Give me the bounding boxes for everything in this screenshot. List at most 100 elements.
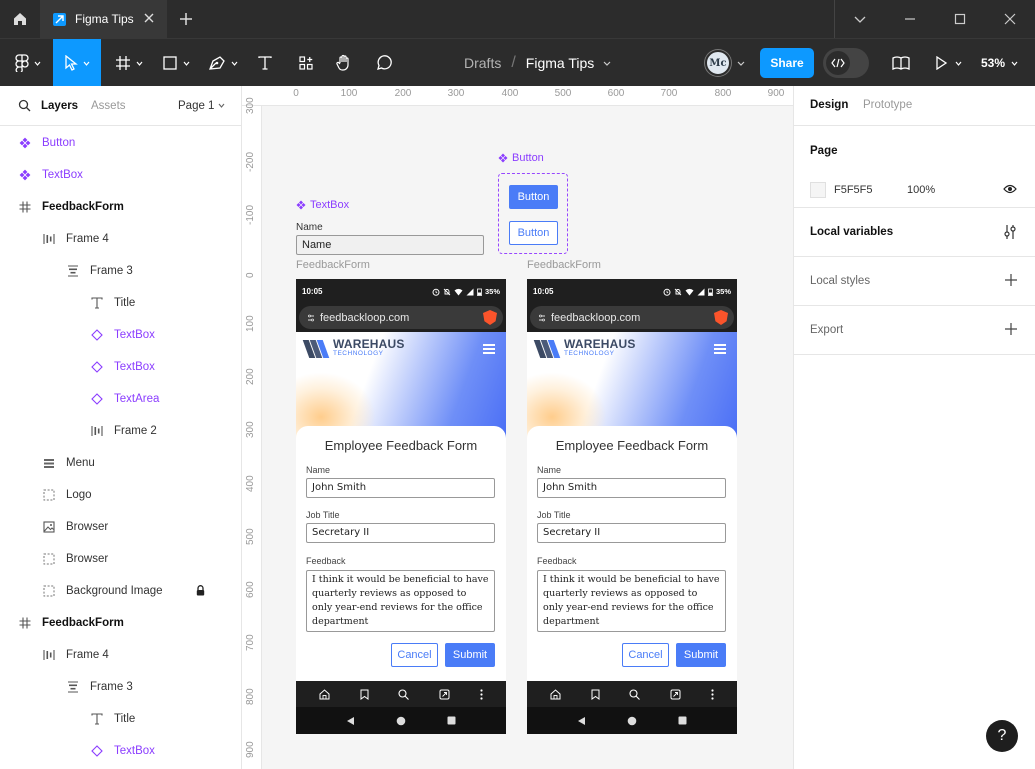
recents-icon[interactable] [678, 716, 687, 725]
layer-row[interactable]: TextBox [0, 351, 241, 383]
new-tab-icon[interactable] [177, 10, 195, 28]
resources-tool[interactable] [290, 39, 322, 87]
local-variables-section[interactable]: Local variables [794, 208, 1035, 257]
page-color-opacity[interactable]: 100% [907, 184, 935, 196]
breadcrumb-drafts[interactable]: Drafts [464, 55, 501, 71]
tabs-icon[interactable] [670, 689, 681, 700]
bookmark-icon[interactable] [591, 689, 600, 700]
layer-row[interactable]: Frame 2 [0, 415, 241, 447]
cancel-button[interactable]: Cancel [622, 643, 669, 667]
sliders-icon[interactable] [1003, 224, 1017, 240]
search-icon[interactable] [18, 99, 31, 112]
name-field[interactable]: John Smith [306, 478, 495, 498]
brave-lion-icon[interactable] [714, 310, 728, 325]
bookmark-icon[interactable] [360, 689, 369, 700]
tab-design[interactable]: Design [810, 99, 848, 111]
chevron-down-icon[interactable] [603, 61, 611, 66]
frame-label-feedbackform-1[interactable]: FeedbackForm [296, 259, 370, 271]
back-icon[interactable] [577, 716, 586, 726]
url-pill[interactable]: feedbackloop.com [299, 306, 503, 329]
home-icon[interactable] [550, 688, 561, 700]
button-component-label[interactable]: Button [498, 152, 544, 164]
text-tool[interactable] [250, 39, 280, 87]
layer-row[interactable]: Frame 4 [0, 639, 241, 671]
cancel-button[interactable]: Cancel [391, 643, 438, 667]
avatar[interactable]: Mc [705, 50, 731, 76]
hand-tool[interactable] [328, 39, 360, 87]
plus-icon[interactable] [1005, 274, 1017, 286]
help-button[interactable]: ? [986, 720, 1018, 752]
page-color-hex[interactable]: F5F5F5 [834, 184, 873, 196]
search-icon[interactable] [629, 688, 641, 700]
plus-icon[interactable] [1005, 323, 1017, 335]
page-selector[interactable]: Page 1 [178, 100, 225, 112]
frame-label-feedbackform-2[interactable]: FeedbackForm [527, 259, 601, 271]
share-button[interactable]: Share [760, 48, 814, 78]
layer-row[interactable]: Background Image [0, 575, 241, 607]
layer-row[interactable]: Browser [0, 543, 241, 575]
file-name[interactable]: Figma Tips [526, 55, 594, 71]
textbox-component[interactable]: Name Name [296, 222, 484, 255]
hamburger-menu-icon[interactable] [483, 344, 495, 354]
export-section[interactable]: Export [794, 306, 1035, 355]
textbox-field-input[interactable]: Name [296, 235, 484, 255]
button-variant-secondary[interactable]: Button [509, 221, 558, 245]
tab-prototype[interactable]: Prototype [863, 99, 912, 111]
present-button[interactable] [930, 39, 966, 87]
home-icon[interactable] [319, 688, 330, 700]
dev-mode-toggle[interactable] [823, 48, 869, 78]
textbox-component-label[interactable]: TextBox [296, 199, 349, 211]
close-window-button[interactable] [985, 0, 1035, 38]
comment-tool[interactable] [368, 39, 400, 87]
eye-icon[interactable] [1003, 184, 1017, 194]
name-field[interactable]: John Smith [537, 478, 726, 498]
layer-row[interactable]: Button [0, 127, 241, 159]
layer-row[interactable]: Frame 3 [0, 671, 241, 703]
layer-row[interactable]: FeedbackForm [0, 191, 241, 223]
move-tool[interactable] [53, 39, 101, 87]
submit-button[interactable]: Submit [676, 643, 726, 667]
layer-row[interactable]: TextBox [0, 735, 241, 767]
job-title-field[interactable]: Secretary II [306, 523, 495, 543]
lock-icon[interactable] [196, 585, 205, 599]
design-canvas[interactable]: 0 100 200 300 400 500 600 700 800 900 300 -200 -100… [242, 86, 793, 769]
minimize-button[interactable] [885, 0, 935, 38]
file-tab[interactable]: Figma Tips [40, 0, 167, 38]
url-pill[interactable]: feedbackloop.com [530, 306, 734, 329]
pen-tool[interactable] [203, 39, 243, 87]
layer-row[interactable]: Logo [0, 479, 241, 511]
feedback-form-frame-1[interactable]: 10:05 35% feedbackloop.com WAREHAUS TECH… [296, 279, 506, 734]
search-icon[interactable] [398, 688, 410, 700]
feedback-form-frame-2[interactable]: 10:05 35% feedbackloop.com WAREHAUS TECH… [527, 279, 737, 734]
frame-tool[interactable] [109, 39, 149, 87]
layer-row[interactable]: TextBox [0, 159, 241, 191]
chevron-down-icon[interactable] [737, 61, 745, 66]
feedback-textarea[interactable]: I think it would be beneficial to have q… [306, 570, 495, 632]
submit-button[interactable]: Submit [445, 643, 495, 667]
shape-tool[interactable] [156, 39, 196, 87]
back-icon[interactable] [346, 716, 355, 726]
layer-row[interactable]: Browser [0, 511, 241, 543]
feedback-textarea[interactable]: I think it would be beneficial to have q… [537, 570, 726, 632]
recents-icon[interactable] [447, 716, 456, 725]
tabs-icon[interactable] [439, 689, 450, 700]
hamburger-menu-icon[interactable] [714, 344, 726, 354]
layer-row[interactable]: Title [0, 703, 241, 735]
library-button[interactable] [886, 39, 916, 87]
dropdown-button[interactable] [835, 0, 885, 38]
job-title-field[interactable]: Secretary II [537, 523, 726, 543]
maximize-button[interactable] [935, 0, 985, 38]
close-tab-icon[interactable] [142, 11, 156, 25]
tab-layers[interactable]: Layers [41, 100, 78, 112]
home-button[interactable] [0, 0, 40, 38]
layer-row[interactable]: TextArea [0, 383, 241, 415]
brave-lion-icon[interactable] [483, 310, 497, 325]
zoom-control[interactable]: 53% [981, 39, 1018, 87]
more-vertical-icon[interactable] [711, 688, 714, 700]
layer-row[interactable]: FeedbackForm [0, 607, 241, 639]
layer-row[interactable]: Title [0, 287, 241, 319]
home-circle-icon[interactable] [396, 716, 406, 726]
tab-assets[interactable]: Assets [91, 100, 126, 112]
layer-row[interactable]: Frame 4 [0, 223, 241, 255]
home-circle-icon[interactable] [627, 716, 637, 726]
